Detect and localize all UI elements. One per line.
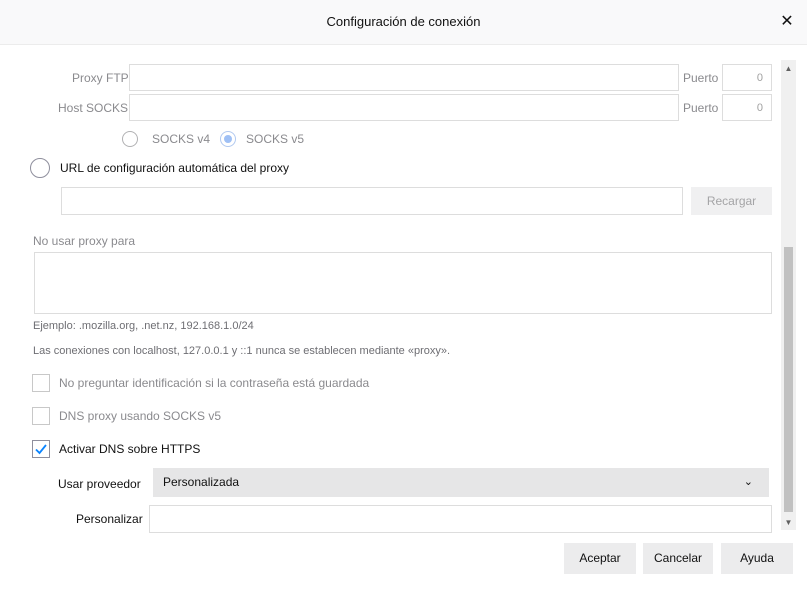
help-button[interactable]: Ayuda <box>721 543 793 574</box>
provider-selected-value: Personalizada <box>163 475 240 489</box>
ftp-port-input[interactable]: 0 <box>722 64 772 91</box>
localhost-note: Las conexiones con localhost, 127.0.0.1 … <box>33 345 451 357</box>
no-proxy-example: Ejemplo: .mozilla.org, .net.nz, 192.168.… <box>33 320 254 332</box>
socks-host-input[interactable] <box>129 94 679 121</box>
close-icon[interactable]: ✕ <box>777 12 797 32</box>
accept-button[interactable]: Aceptar <box>564 543 636 574</box>
radio-selected-dot <box>224 135 232 143</box>
dialog-title: Configuración de conexión <box>326 14 481 29</box>
no-auth-prompt-label: No preguntar identificación si la contra… <box>59 376 370 390</box>
auto-config-radio[interactable] <box>30 158 50 178</box>
ftp-port-label: Puerto <box>683 71 719 85</box>
provider-dropdown[interactable]: Personalizada ⌄ <box>153 468 769 497</box>
scrollbar[interactable]: ▲ ▼ <box>781 60 796 530</box>
socks-host-label: Host SOCKS <box>58 101 129 115</box>
no-auth-prompt-checkbox[interactable] <box>32 374 50 392</box>
scroll-down-arrow-icon[interactable]: ▼ <box>781 516 796 530</box>
socks-dns-label: DNS proxy usando SOCKS v5 <box>59 409 222 423</box>
socks-v5-radio[interactable] <box>220 131 236 147</box>
socks-v4-label: SOCKS v4 <box>152 132 211 146</box>
no-proxy-label: No usar proxy para <box>33 234 136 248</box>
auto-config-label: URL de configuración automática del prox… <box>60 161 290 175</box>
check-icon <box>35 444 47 455</box>
auto-config-url-input[interactable] <box>61 187 683 215</box>
socks-dns-checkbox[interactable] <box>32 407 50 425</box>
socks-port-input[interactable]: 0 <box>722 94 772 121</box>
socks-port-label: Puerto <box>683 101 719 115</box>
socks-v4-radio[interactable] <box>122 131 138 147</box>
custom-provider-input[interactable] <box>149 505 772 533</box>
socks-v5-label: SOCKS v5 <box>246 132 305 146</box>
custom-provider-label: Personalizar <box>76 512 143 526</box>
doh-checkbox[interactable] <box>32 440 50 458</box>
reload-button[interactable]: Recargar <box>691 187 772 215</box>
dialog-titlebar: Configuración de conexión ✕ <box>0 0 807 45</box>
chevron-down-icon: ⌄ <box>743 476 753 488</box>
cancel-button[interactable]: Cancelar <box>643 543 713 574</box>
doh-label: Activar DNS sobre HTTPS <box>59 442 201 456</box>
ftp-proxy-input[interactable] <box>129 64 679 91</box>
scroll-thumb[interactable] <box>784 247 793 512</box>
provider-label: Usar proveedor <box>58 477 141 491</box>
no-proxy-textarea[interactable] <box>34 252 772 314</box>
scroll-up-arrow-icon[interactable]: ▲ <box>781 62 796 76</box>
ftp-proxy-label: Proxy FTP <box>72 71 129 85</box>
